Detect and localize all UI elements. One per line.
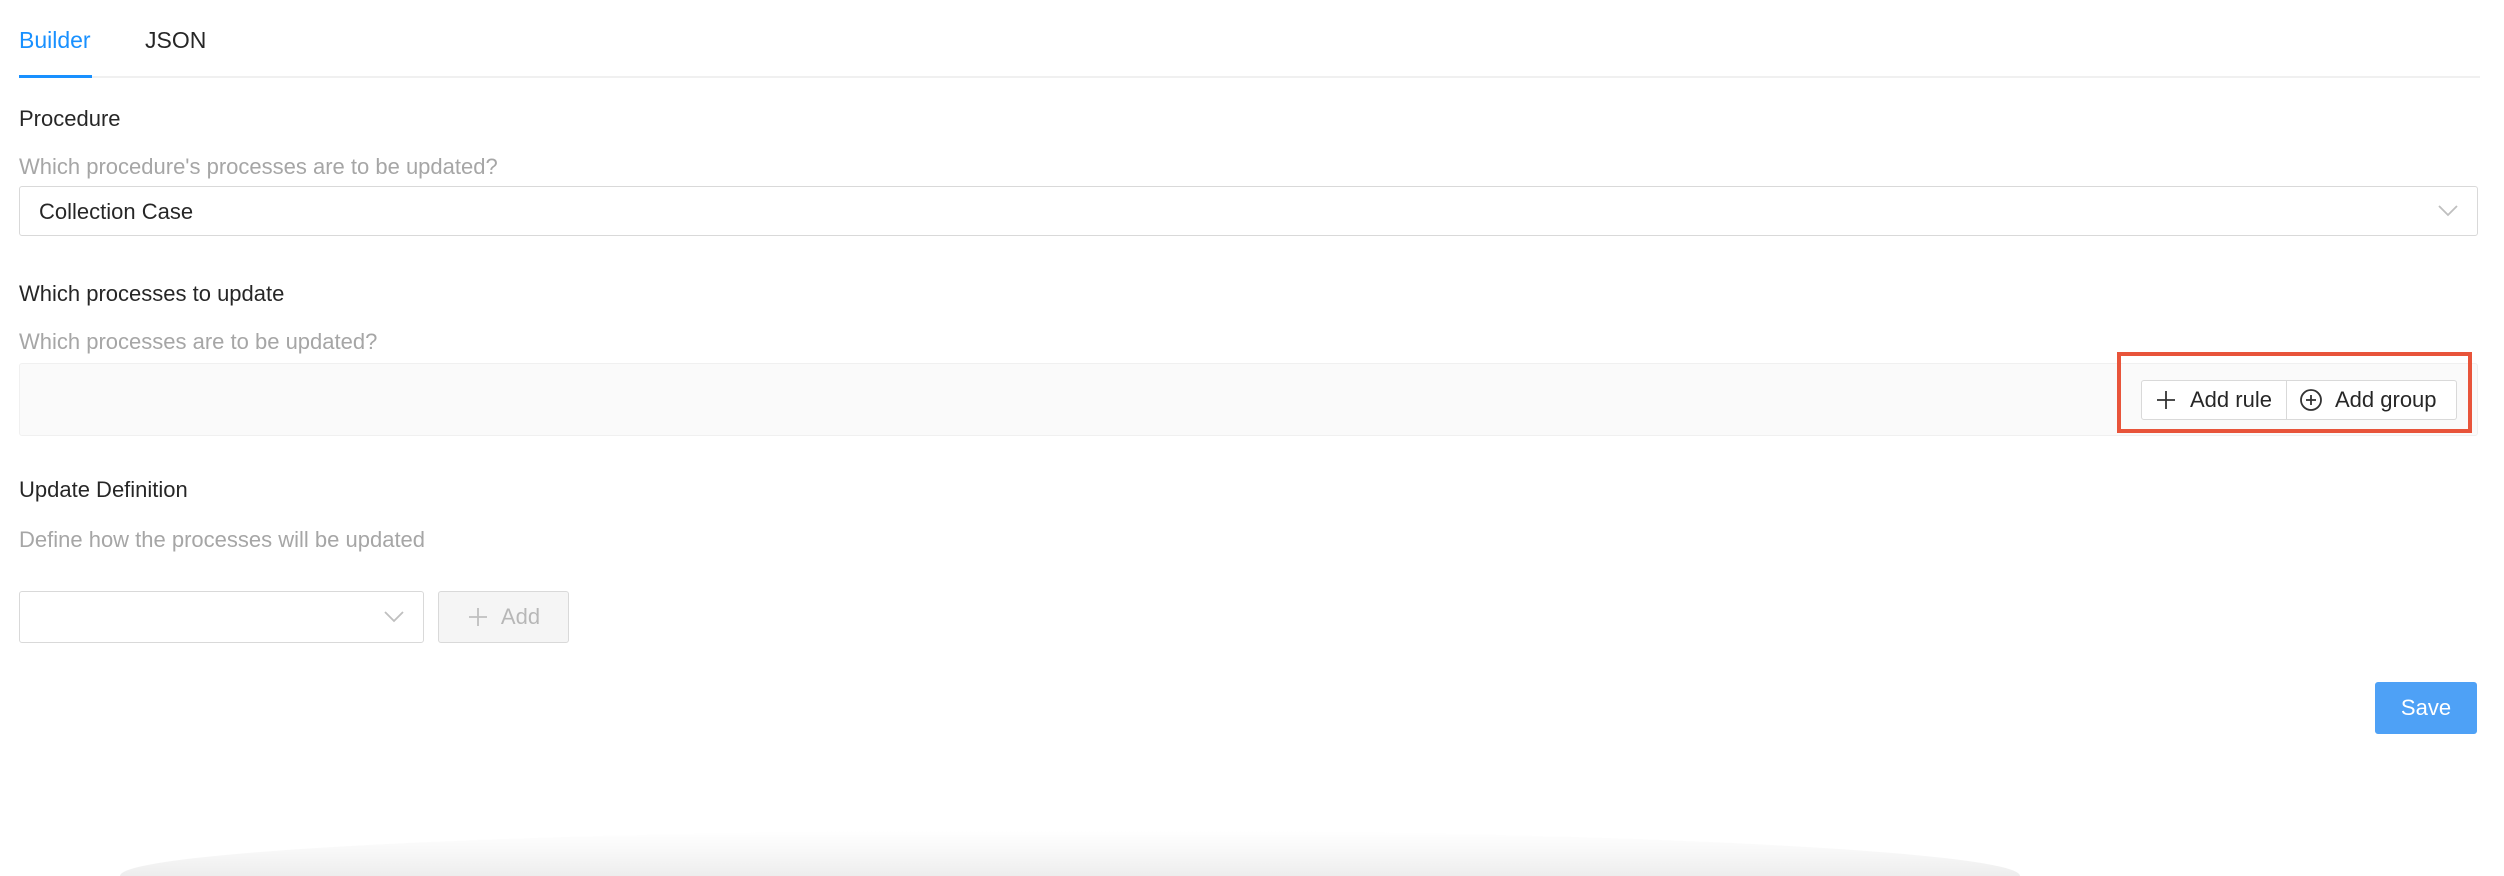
save-label: Save	[2400, 695, 2452, 720]
procedure-title: Procedure	[19, 106, 121, 131]
add-definition-button[interactable]: Add	[438, 591, 569, 643]
page: Builder JSON Procedure Which procedure's…	[19, 0, 2480, 643]
chevron-down-icon	[384, 611, 404, 623]
update-definition-description: Define how the processes will be updated	[19, 527, 426, 552]
chevron-down-icon	[2438, 205, 2458, 217]
save-button[interactable]: Save	[2375, 682, 2477, 734]
procedure-select[interactable]: Collection Case	[19, 186, 2478, 236]
tab-bar: Builder JSON	[19, 0, 2480, 78]
add-definition-label: Add	[500, 604, 541, 629]
active-tab-indicator	[19, 75, 92, 78]
rule-builder-area	[19, 363, 2478, 436]
bottom-shadow	[120, 830, 2020, 876]
highlight-box	[2117, 352, 2472, 433]
plus-icon	[467, 606, 489, 628]
update-definition-select[interactable]	[19, 591, 424, 643]
update-definition-title: Update Definition	[19, 477, 188, 502]
tab-json[interactable]: JSON	[145, 24, 206, 56]
procedure-select-value: Collection Case	[39, 199, 194, 224]
tab-builder[interactable]: Builder	[19, 24, 91, 56]
processes-title: Which processes to update	[19, 281, 285, 306]
procedure-description: Which procedure's processes are to be up…	[19, 154, 498, 179]
processes-description: Which processes are to be updated?	[19, 329, 378, 354]
